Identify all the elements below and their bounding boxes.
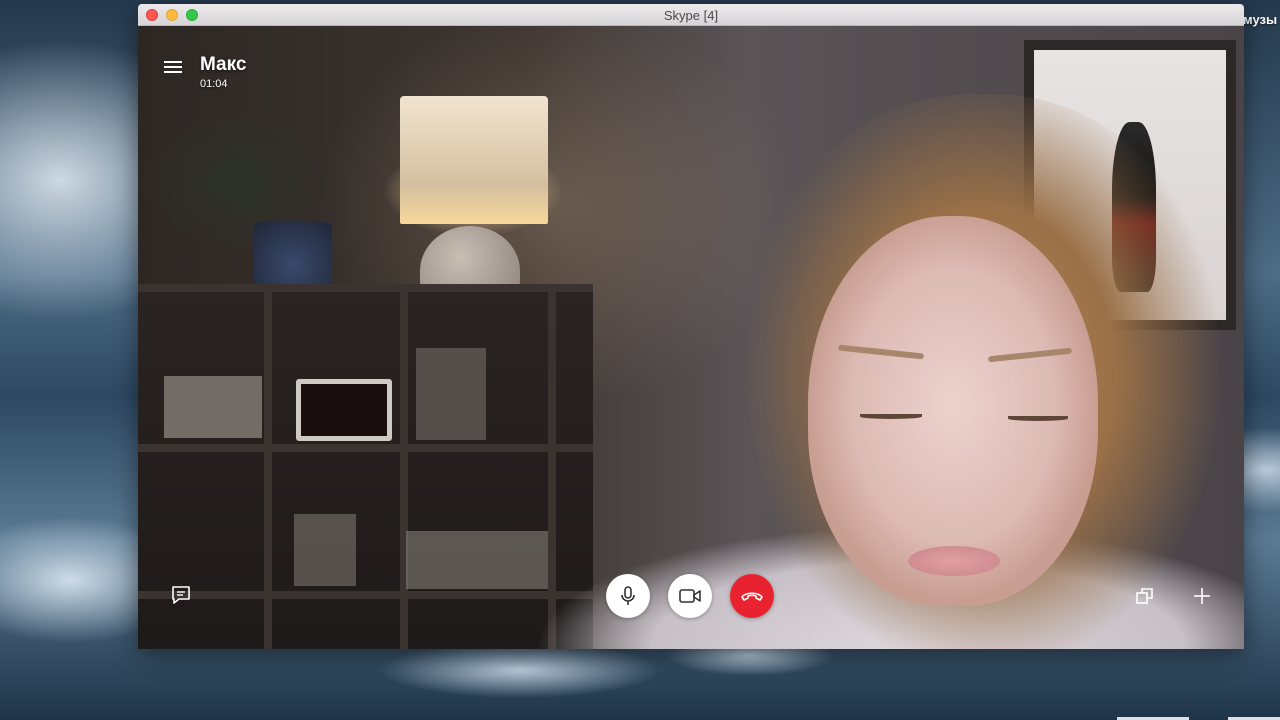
shelf-board	[138, 284, 593, 292]
title-bar[interactable]: Skype [4]	[138, 4, 1244, 26]
video-camera-button[interactable]	[668, 574, 712, 618]
microphone-button[interactable]	[606, 574, 650, 618]
switch-layout-icon[interactable]	[1133, 584, 1157, 608]
hangup-button[interactable]	[730, 574, 774, 618]
tablet	[296, 379, 392, 441]
person-eye	[860, 414, 922, 419]
person-eye	[1008, 416, 1068, 421]
shelf-board	[138, 444, 593, 452]
books	[416, 348, 486, 440]
photo-frame	[294, 514, 356, 586]
plus-icon[interactable]	[1190, 584, 1214, 608]
shelf-post	[264, 284, 272, 649]
lamp-shade	[400, 96, 548, 224]
contact-name: Макс	[200, 54, 247, 75]
phone-hangup-icon	[741, 592, 763, 601]
microphone-icon	[621, 586, 635, 605]
plant-foliage	[138, 81, 368, 281]
video-camera-icon	[679, 589, 701, 603]
person-lips	[908, 546, 1000, 576]
storage-box	[164, 376, 262, 438]
video-feed: Макс 01:04	[138, 26, 1244, 649]
skype-window: Skype [4] Макс 01:04	[138, 4, 1244, 649]
menubar-text-fragment: музы	[1243, 12, 1278, 27]
window-title: Skype [4]	[663, 8, 719, 23]
hamburger-menu-icon[interactable]	[164, 58, 184, 76]
call-duration: 01:04	[200, 78, 228, 90]
chat-bubble-icon[interactable]	[170, 584, 192, 606]
shelf-post	[400, 284, 408, 649]
